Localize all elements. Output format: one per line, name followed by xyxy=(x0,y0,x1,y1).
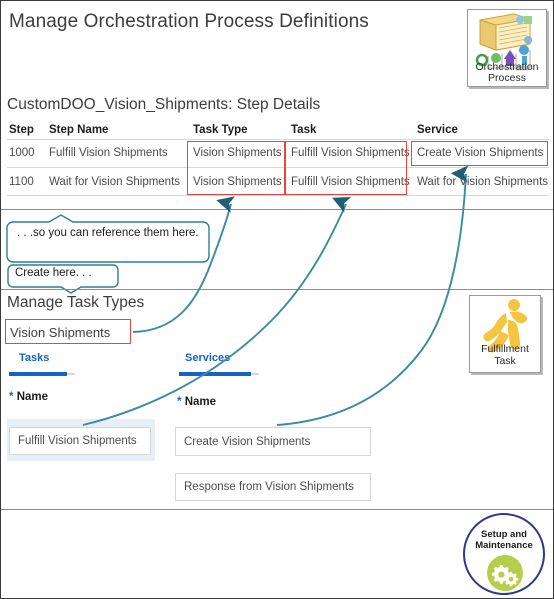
fulfillment-task-icon-tile[interactable]: Fulfillment Task xyxy=(469,295,541,373)
tab-services-label[interactable]: Services xyxy=(185,352,230,364)
cell-step-name-1000: Fulfill Vision Shipments xyxy=(49,147,168,159)
column-header-service: Service xyxy=(417,124,458,136)
cell-step-1100: 1100 xyxy=(9,176,34,188)
tab-tasks-underline-tail xyxy=(67,373,75,375)
services-name-input[interactable]: Create Vision Shipments xyxy=(175,427,371,456)
page-title: Manage Orchestration Process Definitions xyxy=(9,11,369,32)
column-header-task: Task xyxy=(291,124,317,136)
callout-create-text: Create here. . . xyxy=(15,267,92,279)
tab-services-underline xyxy=(179,372,251,376)
tasks-required-marker: * xyxy=(9,391,14,403)
setup-and-maintenance-badge[interactable]: Setup and Maintenance xyxy=(463,513,545,595)
task-type-name-value[interactable]: Vision Shipments xyxy=(10,325,110,340)
setup-gear-circle xyxy=(487,555,523,591)
tab-tasks-label[interactable]: Tasks xyxy=(19,352,49,364)
divider-above-task-types xyxy=(1,289,553,290)
screenshot-root: Manage Orchestration Process Definitions xyxy=(0,0,554,599)
column-header-step: Step xyxy=(9,124,34,136)
setup-badge-line-1: Setup and xyxy=(481,529,527,540)
column-header-task-type: Task Type xyxy=(193,124,248,136)
tasks-name-label: * Name xyxy=(9,391,48,403)
fulfillment-task-caption-2: Task xyxy=(494,355,516,367)
task-types-title: Manage Task Types xyxy=(7,294,145,311)
step-details-title: CustomDOO_Vision_Shipments: Step Details xyxy=(7,96,321,113)
services-name-label: * Name xyxy=(177,396,216,408)
services-response-input[interactable]: Response from Vision Shipments xyxy=(175,473,371,501)
table-header-rule xyxy=(7,139,549,140)
orchestration-process-caption-2: Process xyxy=(488,72,526,84)
callout-reference-text: . . .so you can reference them here. xyxy=(17,227,199,239)
tab-tasks-underline xyxy=(9,372,67,376)
fulfillment-task-caption-1: Fulfillment xyxy=(481,343,529,355)
column-header-step-name: Step Name xyxy=(49,124,109,136)
table-row-rule-2 xyxy=(7,195,549,196)
divider-below-table xyxy=(1,209,553,210)
gears-icon xyxy=(491,565,519,587)
arrow-service-to-column xyxy=(276,165,469,426)
highlight-service-cell xyxy=(411,141,548,166)
divider-above-footer xyxy=(1,509,553,510)
highlight-task-column xyxy=(285,141,407,195)
cell-step-name-1100: Wait for Vision Shipments xyxy=(49,176,181,188)
highlight-task-type-column xyxy=(187,141,285,195)
cell-service-1100: Wait for Vision Shipments xyxy=(417,176,549,188)
services-required-marker: * xyxy=(177,396,182,408)
services-name-label-text: Name xyxy=(184,396,217,408)
orchestration-process-icon-tile[interactable]: Orchestration Process xyxy=(467,9,547,87)
setup-badge-line-2: Maintenance xyxy=(475,540,533,551)
tab-services-underline-tail xyxy=(251,373,259,375)
cell-step-1000: 1000 xyxy=(9,147,35,159)
tasks-name-label-text: Name xyxy=(16,391,49,403)
tasks-name-input[interactable]: Fulfill Vision Shipments xyxy=(9,427,151,455)
